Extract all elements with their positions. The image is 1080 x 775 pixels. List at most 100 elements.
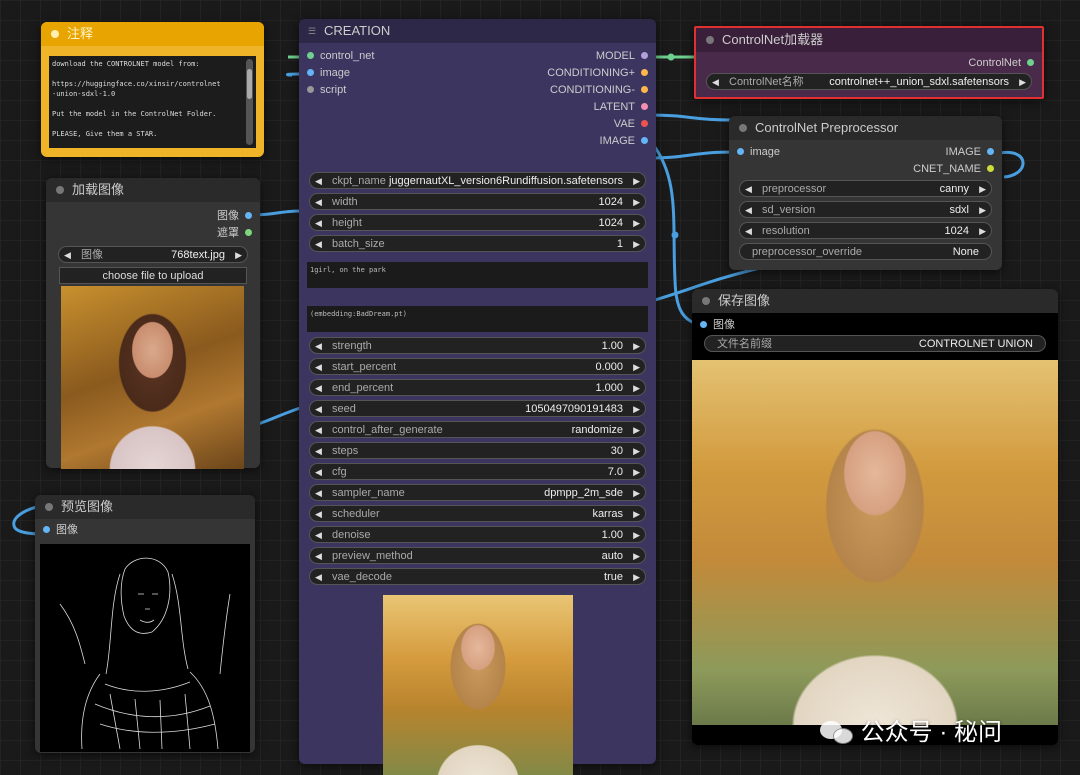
arrow-right-icon[interactable]: ▶ <box>633 548 640 565</box>
end-percent-widget[interactable]: ◀ end_percent 1.000 ▶ <box>309 379 646 396</box>
arrow-left-icon[interactable]: ◀ <box>315 464 322 481</box>
preprocessor-override-widget[interactable]: preprocessor_override None <box>739 243 992 260</box>
arrow-left-icon[interactable]: ◀ <box>315 527 322 544</box>
port-dot-icon[interactable] <box>43 526 50 533</box>
arrow-left-icon[interactable]: ◀ <box>315 359 322 376</box>
arrow-left-icon[interactable]: ◀ <box>315 194 322 211</box>
scheduler-widget[interactable]: ◀ scheduler karras ▶ <box>309 505 646 522</box>
arrow-left-icon[interactable]: ◀ <box>315 401 322 418</box>
strength-widget[interactable]: ◀ strength 1.00 ▶ <box>309 337 646 354</box>
steps-widget[interactable]: ◀ steps 30 ▶ <box>309 442 646 459</box>
height-widget[interactable]: ◀ height 1024 ▶ <box>309 214 646 231</box>
start-percent-widget[interactable]: ◀ start_percent 0.000 ▶ <box>309 358 646 375</box>
arrow-left-icon[interactable]: ◀ <box>745 181 752 198</box>
arrow-left-icon[interactable]: ◀ <box>315 485 322 502</box>
arrow-left-icon[interactable]: ◀ <box>315 236 322 253</box>
arrow-right-icon[interactable]: ▶ <box>633 359 640 376</box>
image-select-widget[interactable]: ◀ 图像 768text.jpg ▶ <box>58 246 248 263</box>
creation-node[interactable]: ☰ CREATION control_net image script MODE… <box>299 19 656 775</box>
arrow-left-icon[interactable]: ◀ <box>315 215 322 232</box>
menu-grip-icon[interactable]: ☰ <box>308 19 316 43</box>
load-image-node-title[interactable]: 加载图像 <box>46 178 260 202</box>
port-dot-icon[interactable] <box>641 103 648 110</box>
controlnet-preprocessor-node[interactable]: ControlNet Preprocessor image IMAGE CNET… <box>729 116 1002 270</box>
port-dot-icon[interactable] <box>641 52 648 59</box>
port-dot-icon[interactable] <box>987 165 994 172</box>
arrow-right-icon[interactable]: ▶ <box>979 181 986 198</box>
arrow-right-icon[interactable]: ▶ <box>1019 74 1026 91</box>
creation-node-title[interactable]: ☰ CREATION <box>299 19 656 43</box>
arrow-right-icon[interactable]: ▶ <box>633 338 640 355</box>
input-port-image[interactable]: 图像 <box>692 317 1058 334</box>
note-text-area[interactable]: download the CONTROLNET model from: http… <box>49 56 256 148</box>
collapse-dot-icon[interactable] <box>739 124 747 132</box>
positive-prompt-input[interactable]: 1girl, on the park <box>307 262 648 288</box>
arrow-right-icon[interactable]: ▶ <box>979 202 986 219</box>
arrow-right-icon[interactable]: ▶ <box>633 443 640 460</box>
port-dot-icon[interactable] <box>307 52 314 59</box>
arrow-right-icon[interactable]: ▶ <box>633 194 640 211</box>
sampler-name-widget[interactable]: ◀ sampler_name dpmpp_2m_sde ▶ <box>309 484 646 501</box>
note-scrollbar[interactable] <box>246 59 253 145</box>
port-dot-icon[interactable] <box>641 86 648 93</box>
note-node[interactable]: 注释 download the CONTROLNET model from: h… <box>41 22 264 157</box>
arrow-right-icon[interactable]: ▶ <box>633 569 640 586</box>
denoise-widget[interactable]: ◀ denoise 1.00 ▶ <box>309 526 646 543</box>
port-dot-icon[interactable] <box>700 321 707 328</box>
collapse-dot-icon[interactable] <box>56 186 64 194</box>
controlnet-loader-node[interactable]: ControlNet加载器 ControlNet ◀ ControlNet名称 … <box>694 26 1044 99</box>
arrow-right-icon[interactable]: ▶ <box>633 485 640 502</box>
output-port-image[interactable]: IMAGE <box>456 133 656 150</box>
arrow-right-icon[interactable]: ▶ <box>633 401 640 418</box>
output-port-cnet-name[interactable]: CNET_NAME <box>852 161 1002 178</box>
output-port-conditioning-pos[interactable]: CONDITIONING+ <box>456 65 656 82</box>
arrow-left-icon[interactable]: ◀ <box>64 247 71 264</box>
preview-image-node[interactable]: 预览图像 图像 <box>35 495 255 753</box>
width-widget[interactable]: ◀ width 1024 ▶ <box>309 193 646 210</box>
port-dot-icon[interactable] <box>307 69 314 76</box>
note-node-title[interactable]: 注释 <box>41 22 264 46</box>
negative-prompt-input[interactable]: (embedding:BadDream.pt) <box>307 306 648 332</box>
arrow-left-icon[interactable]: ◀ <box>315 443 322 460</box>
collapse-dot-icon[interactable] <box>706 36 714 44</box>
output-port-vae[interactable]: VAE <box>456 116 656 133</box>
arrow-right-icon[interactable]: ▶ <box>633 173 640 190</box>
port-dot-icon[interactable] <box>641 69 648 76</box>
arrow-right-icon[interactable]: ▶ <box>979 223 986 240</box>
filename-prefix-widget[interactable]: 文件名前缀 CONTROLNET UNION <box>704 335 1046 352</box>
upload-button[interactable]: choose file to upload <box>59 267 247 284</box>
output-port-latent[interactable]: LATENT <box>456 99 656 116</box>
preview-node-title[interactable]: 预览图像 <box>35 495 255 519</box>
arrow-left-icon[interactable]: ◀ <box>745 223 752 240</box>
save-image-title-bar[interactable]: 保存图像 <box>692 289 1058 313</box>
port-dot-icon[interactable] <box>641 120 648 127</box>
collapse-dot-icon[interactable] <box>45 503 53 511</box>
arrow-left-icon[interactable]: ◀ <box>712 74 719 91</box>
output-port-model[interactable]: MODEL <box>456 48 656 65</box>
resolution-widget[interactable]: ◀ resolution 1024 ▶ <box>739 222 992 239</box>
arrow-left-icon[interactable]: ◀ <box>745 202 752 219</box>
preprocessor-title-bar[interactable]: ControlNet Preprocessor <box>729 116 1002 140</box>
port-dot-icon[interactable] <box>987 148 994 155</box>
port-dot-icon[interactable] <box>245 212 252 219</box>
port-dot-icon[interactable] <box>1027 59 1034 66</box>
arrow-right-icon[interactable]: ▶ <box>633 236 640 253</box>
arrow-left-icon[interactable]: ◀ <box>315 338 322 355</box>
collapse-dot-icon[interactable] <box>51 30 59 38</box>
arrow-right-icon[interactable]: ▶ <box>633 422 640 439</box>
port-dot-icon[interactable] <box>641 137 648 144</box>
arrow-right-icon[interactable]: ▶ <box>633 380 640 397</box>
port-dot-icon[interactable] <box>737 148 744 155</box>
arrow-left-icon[interactable]: ◀ <box>315 569 322 586</box>
controlnet-loader-title-bar[interactable]: ControlNet加载器 <box>696 28 1042 52</box>
seed-widget[interactable]: ◀ seed 1050497090191483 ▶ <box>309 400 646 417</box>
batch-size-widget[interactable]: ◀ batch_size 1 ▶ <box>309 235 646 252</box>
output-port-mask[interactable]: 遮罩 <box>46 225 260 242</box>
arrow-right-icon[interactable]: ▶ <box>633 527 640 544</box>
preprocessor-widget[interactable]: ◀ preprocessor canny ▶ <box>739 180 992 197</box>
collapse-dot-icon[interactable] <box>702 297 710 305</box>
port-dot-icon[interactable] <box>307 86 314 93</box>
output-port-image[interactable]: IMAGE <box>852 144 1002 161</box>
port-dot-icon[interactable] <box>245 229 252 236</box>
output-port-controlnet[interactable]: ControlNet <box>696 55 1042 72</box>
